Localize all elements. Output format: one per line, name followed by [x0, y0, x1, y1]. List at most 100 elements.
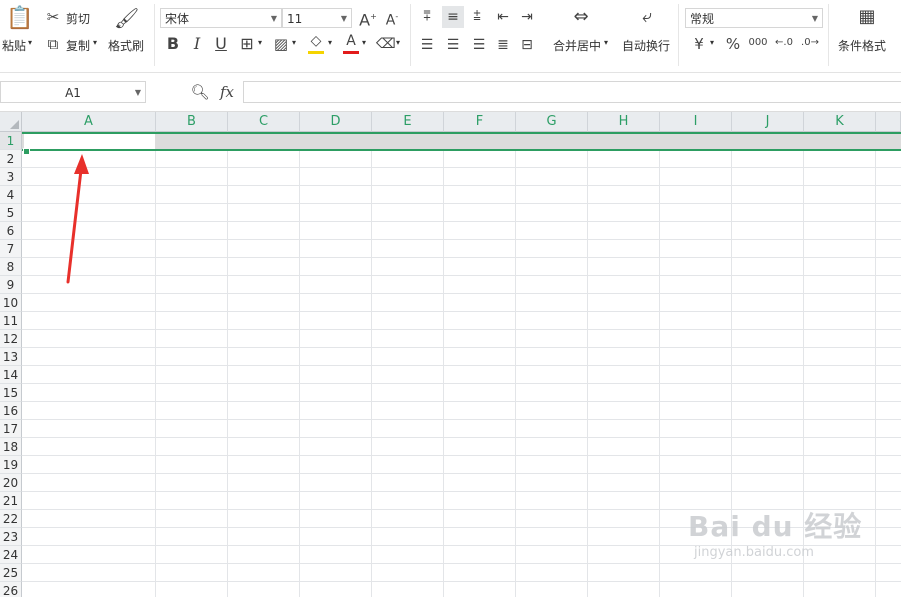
zoom-icon[interactable]: 🔍︎	[190, 83, 210, 101]
format-painter-button[interactable]: 格式刷	[108, 37, 144, 54]
row-header-23[interactable]: 23	[0, 528, 22, 546]
column-header-g[interactable]: G	[516, 112, 588, 132]
wrap-text-icon[interactable]: ⤶	[634, 8, 660, 26]
row-header-5[interactable]: 5	[0, 204, 22, 222]
row-header-7[interactable]: 7	[0, 240, 22, 258]
bold-button[interactable]: B	[164, 35, 182, 53]
gridline-horizontal	[22, 167, 901, 168]
column-header-i[interactable]: I	[660, 112, 732, 132]
cut-button[interactable]: 剪切	[66, 10, 90, 27]
italic-button[interactable]: I	[188, 35, 206, 53]
indent-decrease-icon[interactable]: ⇤	[494, 8, 512, 26]
distribute-icon[interactable]: ⊟	[518, 36, 536, 54]
gridline-horizontal	[22, 419, 901, 420]
row-header-21[interactable]: 21	[0, 492, 22, 510]
decrease-decimal-icon[interactable]: .0→	[800, 34, 820, 52]
paste-icon[interactable]: 📋	[6, 6, 33, 32]
row-header-25[interactable]: 25	[0, 564, 22, 582]
column-header-f[interactable]: F	[444, 112, 516, 132]
increase-decimal-icon[interactable]: ←.0	[774, 34, 794, 52]
row-header-10[interactable]: 10	[0, 294, 22, 312]
align-center-icon[interactable]: ☰	[444, 36, 462, 54]
font-size-select[interactable]: 11 ▼	[282, 8, 352, 28]
font-name-select[interactable]: 宋体 ▼	[160, 8, 282, 28]
gridline-horizontal	[22, 239, 901, 240]
row-header-3[interactable]: 3	[0, 168, 22, 186]
conditional-format-icon[interactable]: ▦	[854, 8, 880, 26]
underline-button[interactable]: U	[212, 35, 230, 53]
align-top-icon[interactable]: ⩱	[418, 8, 436, 26]
copy-icon[interactable]: ⧉	[44, 35, 62, 53]
justify-icon[interactable]: ≣	[494, 36, 512, 54]
merge-center-button[interactable]: 合并居中	[553, 37, 601, 54]
fx-button[interactable]: fx	[216, 83, 238, 101]
row-header-20[interactable]: 20	[0, 474, 22, 492]
clear-dropdown-arrow[interactable]: ▾	[396, 38, 400, 47]
font-color-dropdown-arrow[interactable]: ▾	[362, 38, 366, 47]
row-header-14[interactable]: 14	[0, 366, 22, 384]
gridline-horizontal	[22, 329, 901, 330]
column-header-d[interactable]: D	[300, 112, 372, 132]
row-header-13[interactable]: 13	[0, 348, 22, 366]
align-middle-icon[interactable]: ≡	[442, 6, 464, 28]
column-header-c[interactable]: C	[228, 112, 300, 132]
copy-dropdown-arrow[interactable]: ▾	[93, 38, 97, 47]
wrap-text-button[interactable]: 自动换行	[622, 37, 670, 54]
row-header-6[interactable]: 6	[0, 222, 22, 240]
align-right-icon[interactable]: ☰	[470, 36, 488, 54]
column-header-b[interactable]: B	[156, 112, 228, 132]
formula-input[interactable]	[243, 81, 901, 103]
thousands-separator-icon[interactable]: 000	[748, 34, 768, 52]
row-header-12[interactable]: 12	[0, 330, 22, 348]
fill-color-icon[interactable]: ◇	[306, 32, 326, 54]
fill-pattern-icon[interactable]: ▨	[272, 35, 290, 53]
row-header-1[interactable]: 1	[0, 132, 22, 150]
row-header-4[interactable]: 4	[0, 186, 22, 204]
row-header-2[interactable]: 2	[0, 150, 22, 168]
align-bottom-icon[interactable]: ⩲	[468, 8, 486, 26]
row-header-18[interactable]: 18	[0, 438, 22, 456]
indent-increase-icon[interactable]: ⇥	[518, 8, 536, 26]
column-header-a[interactable]: A	[22, 112, 156, 132]
increase-font-icon[interactable]: A+	[358, 8, 378, 29]
fill-pattern-dropdown-arrow[interactable]: ▾	[292, 38, 296, 47]
row-header-24[interactable]: 24	[0, 546, 22, 564]
copy-button[interactable]: 复制	[66, 37, 90, 54]
border-dropdown-arrow[interactable]: ▾	[258, 38, 262, 47]
decrease-font-icon[interactable]: A-	[382, 8, 402, 30]
row-header-9[interactable]: 9	[0, 276, 22, 294]
number-format-value: 常规	[690, 12, 715, 26]
row-header-22[interactable]: 22	[0, 510, 22, 528]
number-format-select[interactable]: 常规 ▼	[685, 8, 823, 28]
row-header-16[interactable]: 16	[0, 402, 22, 420]
row-header-17[interactable]: 17	[0, 420, 22, 438]
font-color-icon[interactable]: A	[342, 32, 360, 54]
currency-button[interactable]: ¥	[690, 35, 708, 53]
merge-center-icon[interactable]: ⇔	[568, 8, 594, 26]
currency-dropdown-arrow[interactable]: ▾	[710, 38, 714, 47]
paste-button-label[interactable]: 粘贴	[2, 37, 26, 54]
align-left-icon[interactable]: ☰	[418, 36, 436, 54]
fill-handle[interactable]	[23, 148, 30, 155]
paste-dropdown-arrow[interactable]: ▾	[28, 38, 32, 47]
format-painter-icon[interactable]: 🖌	[114, 6, 139, 30]
merge-dropdown-arrow[interactable]: ▾	[604, 38, 608, 47]
name-box[interactable]: A1 ▼	[0, 81, 146, 103]
select-all-corner[interactable]	[0, 112, 22, 132]
row-header-11[interactable]: 11	[0, 312, 22, 330]
active-cell-a1[interactable]	[24, 134, 155, 149]
column-header-j[interactable]: J	[732, 112, 804, 132]
column-header-e[interactable]: E	[372, 112, 444, 132]
row-header-15[interactable]: 15	[0, 384, 22, 402]
conditional-format-button[interactable]: 条件格式	[838, 37, 886, 54]
row-header-8[interactable]: 8	[0, 258, 22, 276]
column-header-h[interactable]: H	[588, 112, 660, 132]
scissors-icon[interactable]: ✂	[44, 8, 62, 26]
percent-button[interactable]: %	[724, 35, 742, 53]
column-header-k[interactable]: K	[804, 112, 876, 132]
eraser-icon[interactable]: ⌫	[376, 35, 396, 53]
border-icon[interactable]: ⊞	[238, 35, 256, 53]
fill-color-dropdown-arrow[interactable]: ▾	[328, 38, 332, 47]
row-header-19[interactable]: 19	[0, 456, 22, 474]
row-header-26[interactable]: 26	[0, 582, 22, 597]
